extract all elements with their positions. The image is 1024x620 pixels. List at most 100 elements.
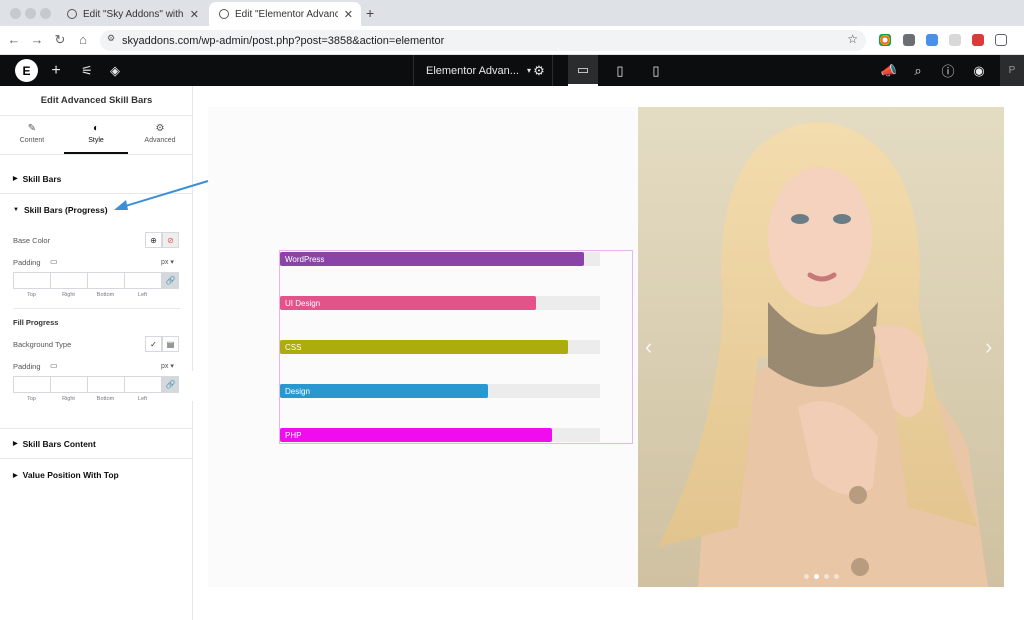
mobile-view-icon[interactable]: ▯ — [641, 55, 671, 86]
site-settings-icon[interactable]: ⚟ — [78, 55, 96, 86]
unit-selector[interactable]: px ▾ — [161, 362, 174, 370]
section-skill-bars-content[interactable]: ▶ Skill Bars Content — [0, 429, 193, 459]
elementor-logo-icon[interactable]: E — [15, 59, 38, 82]
dim-label-right: Right — [62, 292, 75, 298]
tab-content[interactable]: ✎ Content — [0, 118, 64, 154]
divider — [13, 308, 180, 309]
globe-icon — [67, 9, 77, 19]
skill-bar-track: Design — [280, 384, 600, 398]
slider-dot[interactable] — [804, 574, 809, 579]
padding-left-input[interactable] — [124, 376, 162, 393]
extension-translate-icon[interactable] — [926, 34, 938, 46]
caret-right-icon: ▶ — [13, 472, 18, 479]
brush-classic-icon[interactable]: ✓ — [145, 336, 162, 352]
skill-bar-track: PHP — [280, 428, 600, 442]
extensions-puzzle-icon[interactable] — [995, 34, 1007, 46]
desktop-view-icon[interactable]: ▭ — [568, 55, 598, 86]
tab-label: Style — [88, 137, 104, 144]
skill-bar-fill: Design — [280, 384, 488, 398]
slider-next-arrow-icon[interactable]: › — [985, 334, 992, 360]
window-zoom-dot[interactable] — [40, 8, 51, 19]
padding-left-input[interactable] — [124, 272, 162, 289]
skill-bar-fill: PHP — [280, 428, 552, 442]
reload-icon[interactable]: ↻ — [52, 32, 68, 48]
skill-bar-label: Design — [285, 386, 310, 396]
padding-right-input[interactable] — [50, 272, 88, 289]
slider-dot[interactable] — [834, 574, 839, 579]
dim-label-right: Right — [62, 396, 75, 402]
slider-image — [638, 107, 1004, 587]
extension-red-icon[interactable] — [972, 34, 984, 46]
slider-dot-active[interactable] — [814, 574, 819, 579]
window-minimize-dot[interactable] — [25, 8, 36, 19]
dim-label-bottom: Bottom — [96, 292, 115, 298]
tab-style[interactable]: ◐ Style — [64, 118, 128, 154]
address-bar[interactable]: ⚙ skyaddons.com/wp-admin/post.php?post=3… — [100, 30, 866, 51]
notifications-megaphone-icon[interactable]: 📣 — [879, 55, 899, 86]
forward-icon[interactable]: → — [29, 32, 45, 48]
unit-value: px — [161, 259, 169, 266]
globe-icon — [219, 9, 229, 19]
skill-bar-fill: WordPress — [280, 252, 584, 266]
padding-bottom-input[interactable] — [87, 376, 125, 393]
section-value-position[interactable]: ▶ Value Position With Top — [0, 460, 193, 490]
slider-prev-arrow-icon[interactable]: ‹ — [645, 334, 652, 360]
document-name: Elementor Advan... — [426, 64, 519, 77]
gradient-icon[interactable]: ▤ — [162, 336, 179, 352]
tab-title: Edit "Elementor Advanced Sk — [235, 8, 338, 20]
fill-progress-heading: Fill Progress — [13, 318, 59, 327]
caret-down-icon: ▼ — [13, 207, 19, 213]
dim-label-left: Left — [137, 396, 148, 402]
tab-advanced[interactable]: ⚙ Advanced — [128, 118, 192, 154]
section-title: Skill Bars (Progress) — [23, 205, 108, 215]
link-values-icon[interactable]: 🔗 — [162, 272, 179, 289]
close-icon[interactable]: ✕ — [344, 8, 353, 21]
tab-label: Content — [19, 137, 45, 144]
home-icon[interactable]: ⌂ — [75, 32, 91, 48]
back-icon[interactable]: ← — [6, 32, 22, 48]
new-tab-button[interactable]: + — [366, 5, 374, 21]
unit-value: px — [161, 363, 169, 370]
add-element-icon[interactable]: + — [47, 55, 65, 86]
gear-icon: ⚙ — [155, 123, 165, 134]
publish-button[interactable]: P — [1000, 55, 1024, 86]
contrast-icon: ◐ — [92, 123, 100, 134]
link-values-icon[interactable]: 🔗 — [162, 376, 179, 393]
caret-right-icon: ▶ — [13, 441, 18, 447]
background-type-label: Background Type — [13, 340, 72, 349]
panel-title: Edit Advanced Skill Bars — [0, 86, 193, 116]
desktop-responsive-icon[interactable]: ▭ — [50, 257, 58, 266]
close-icon[interactable]: ✕ — [190, 8, 199, 21]
unit-selector[interactable]: px ▾ — [161, 258, 174, 266]
padding-top-input[interactable] — [13, 376, 51, 393]
color-picker-empty-icon[interactable]: ⊘ — [162, 232, 179, 248]
window-close-dot[interactable] — [10, 8, 21, 19]
annotation-arrow-icon — [114, 180, 209, 210]
padding-right-input[interactable] — [50, 376, 88, 393]
extension-file-icon[interactable] — [949, 34, 961, 46]
bookmark-star-icon[interactable]: ☆ — [847, 32, 858, 46]
page-settings-gear-icon[interactable]: ⚙ — [528, 55, 550, 86]
tablet-view-icon[interactable]: ▯ — [605, 55, 635, 86]
dim-label-top: Top — [27, 292, 36, 298]
padding-inputs: 🔗 — [13, 272, 180, 289]
extension-shield-icon[interactable] — [903, 34, 915, 46]
padding-top-input[interactable] — [13, 272, 51, 289]
dim-label-left: Left — [137, 292, 148, 298]
desktop-responsive-icon[interactable]: ▭ — [50, 361, 58, 370]
section-title: Value Position With Top — [22, 470, 119, 480]
preview-eye-icon[interactable]: ◉ — [969, 55, 989, 86]
extension-chrome-icon[interactable] — [879, 34, 891, 46]
structure-layers-icon[interactable]: ◈ — [106, 55, 124, 86]
help-icon[interactable]: ⓘ — [938, 55, 958, 86]
slider-dot[interactable] — [824, 574, 829, 579]
browser-tab-1[interactable]: Edit "Sky Addons" with Eleme ✕ — [57, 2, 207, 26]
global-colors-icon[interactable]: ⊕ — [145, 232, 162, 248]
padding-bottom-input[interactable] — [87, 272, 125, 289]
skill-bar-fill: UI Design — [280, 296, 536, 310]
pencil-icon: ✎ — [27, 123, 37, 134]
search-icon[interactable]: ⌕ — [908, 55, 928, 86]
padding-label: Padding — [13, 362, 41, 371]
browser-tab-2-active[interactable]: Edit "Elementor Advanced Sk ✕ — [209, 2, 361, 26]
site-info-icon[interactable]: ⚙ — [107, 33, 115, 44]
